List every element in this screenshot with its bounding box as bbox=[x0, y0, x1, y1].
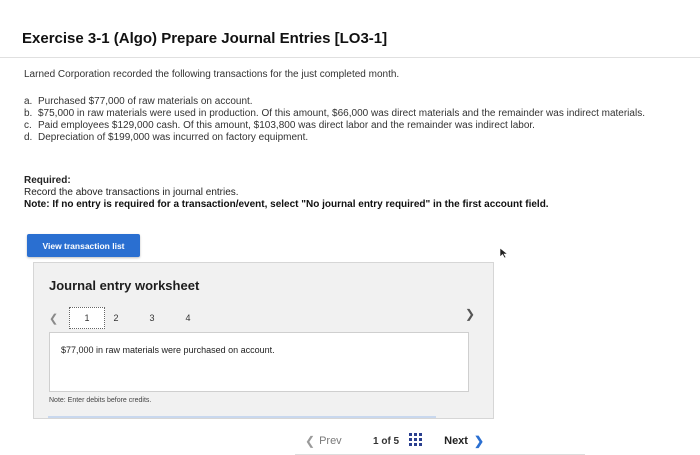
next-label: Next bbox=[444, 435, 468, 447]
transaction-text: Purchased $77,000 of raw materials on ac… bbox=[38, 96, 253, 107]
worksheet-title: Journal entry worksheet bbox=[49, 278, 200, 293]
divider bbox=[0, 57, 700, 58]
transaction-a: a. Purchased $77,000 of raw materials on… bbox=[24, 96, 674, 107]
transaction-letter: c. bbox=[24, 120, 32, 131]
transaction-text: $75,000 in raw materials were used in pr… bbox=[38, 108, 645, 119]
navigation-bar: ❮ Prev 1 of 5 Next ❯ bbox=[305, 428, 484, 454]
worksheet-pager: ❮ 1 2 3 4 bbox=[49, 307, 199, 329]
transaction-b: b. $75,000 in raw materials were used in… bbox=[24, 108, 674, 119]
view-transaction-list-button[interactable]: View transaction list bbox=[27, 234, 140, 257]
page-count: 1 of 5 bbox=[373, 435, 400, 447]
journal-entry-worksheet: Journal entry worksheet ❮ 1 2 3 4 ❯ $77,… bbox=[33, 262, 494, 419]
transaction-list: a. Purchased $77,000 of raw materials on… bbox=[24, 96, 674, 144]
chevron-left-icon[interactable]: ❮ bbox=[49, 312, 69, 325]
chevron-left-icon: ❮ bbox=[305, 434, 316, 448]
required-note: Note: If no entry is required for a tran… bbox=[24, 199, 549, 210]
mouse-cursor-icon bbox=[499, 246, 509, 264]
transaction-letter: b. bbox=[24, 108, 33, 119]
required-instruction: Record the above transactions in journal… bbox=[24, 187, 239, 198]
required-section: Required: Record the above transactions … bbox=[24, 175, 549, 211]
transaction-text: Depreciation of $199,000 was incurred on… bbox=[38, 132, 309, 143]
next-button[interactable]: Next ❯ bbox=[444, 434, 484, 448]
page-tab-3[interactable]: 3 bbox=[141, 308, 163, 328]
page-tab-1[interactable]: 1 bbox=[69, 307, 105, 329]
exercise-title: Exercise 3-1 (Algo) Prepare Journal Entr… bbox=[22, 30, 388, 47]
chevron-right-icon[interactable]: ❯ bbox=[465, 307, 475, 321]
transaction-description: $77,000 in raw materials were purchased … bbox=[61, 345, 275, 355]
prev-label: Prev bbox=[319, 435, 342, 447]
prev-button[interactable]: ❮ Prev bbox=[305, 434, 363, 448]
transaction-text: Paid employees $129,000 cash. Of this am… bbox=[38, 120, 535, 131]
page-tab-4[interactable]: 4 bbox=[177, 308, 199, 328]
required-heading: Required: bbox=[24, 175, 71, 186]
worksheet-underline bbox=[48, 416, 436, 418]
transaction-letter: a. bbox=[24, 96, 33, 107]
transaction-letter: d. bbox=[24, 132, 33, 143]
intro-text: Larned Corporation recorded the followin… bbox=[24, 69, 400, 80]
grid-icon[interactable] bbox=[409, 433, 423, 449]
transaction-d: d. Depreciation of $199,000 was incurred… bbox=[24, 132, 674, 143]
transaction-description-panel: $77,000 in raw materials were purchased … bbox=[49, 332, 469, 392]
transaction-c: c. Paid employees $129,000 cash. Of this… bbox=[24, 120, 674, 131]
page-tab-2[interactable]: 2 bbox=[105, 308, 127, 328]
chevron-right-icon: ❯ bbox=[473, 434, 485, 448]
worksheet-note: Note: Enter debits before credits. bbox=[49, 397, 152, 404]
